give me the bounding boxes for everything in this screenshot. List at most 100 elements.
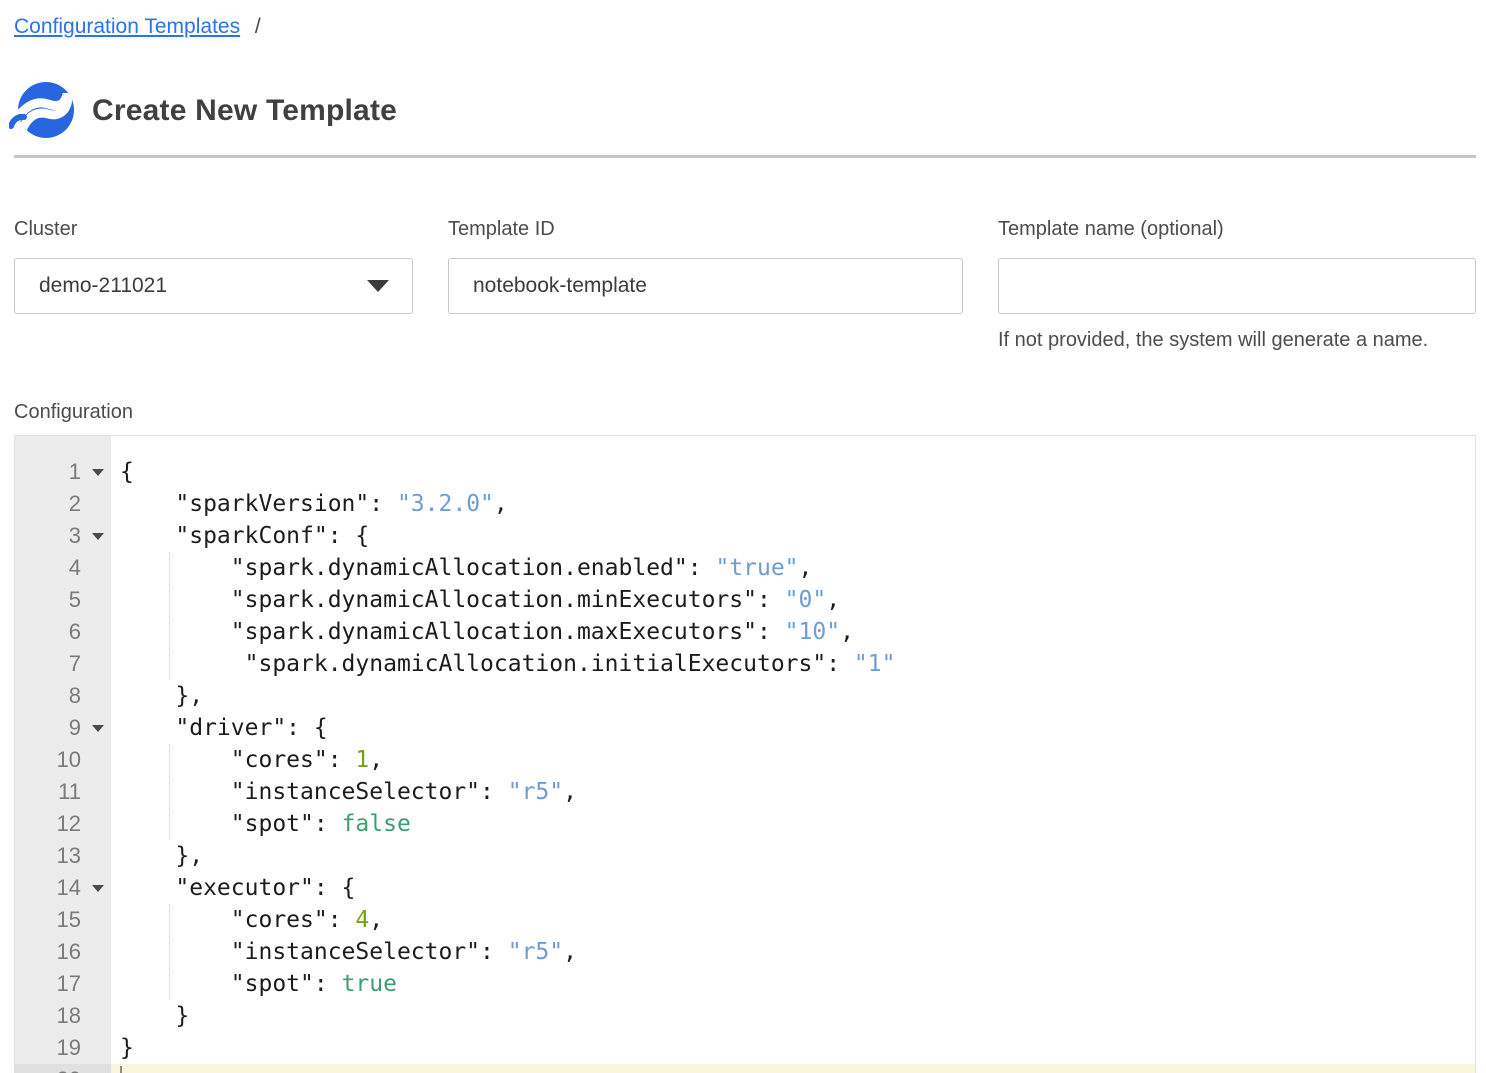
line-number: 15 — [15, 904, 111, 936]
header-divider — [14, 155, 1476, 158]
code-token-plain: } — [120, 1003, 189, 1029]
code-token-plain: "executor": { — [120, 875, 355, 901]
code-token-plain: "spark.dynamicAllocation.enabled": — [120, 555, 715, 581]
code-line[interactable]: } — [111, 1032, 1475, 1064]
line-number: 10 — [15, 744, 111, 776]
line-number: 5 — [15, 584, 111, 616]
code-token-plain: "sparkVersion": — [120, 491, 397, 517]
line-number: 2 — [15, 488, 111, 520]
code-line[interactable]: "cores": 4, — [111, 904, 1475, 936]
code-line[interactable]: "instanceSelector": "r5", — [111, 776, 1475, 808]
code-line[interactable]: "executor": { — [111, 872, 1475, 904]
line-number: 7 — [15, 648, 111, 680]
line-number: 13 — [15, 840, 111, 872]
code-token-number: 4 — [355, 907, 369, 933]
template-name-label: Template name (optional) — [998, 218, 1476, 241]
editor-gutter: 1234567891011121314151617181920 — [15, 436, 111, 1073]
indent-guide — [169, 744, 170, 776]
code-line[interactable]: "driver": { — [111, 712, 1475, 744]
line-number: 14 — [15, 872, 111, 904]
code-line[interactable]: "spark.dynamicAllocation.enabled": "true… — [111, 552, 1475, 584]
template-id-input[interactable] — [448, 258, 963, 314]
breadcrumb-link[interactable]: Configuration Templates — [14, 15, 240, 38]
template-name-input[interactable] — [998, 258, 1476, 314]
line-number: 19 — [15, 1032, 111, 1064]
configuration-label: Configuration — [14, 401, 133, 424]
code-token-plain: , — [563, 939, 577, 965]
breadcrumb: Configuration Templates / — [14, 14, 261, 40]
line-number: 12 — [15, 808, 111, 840]
code-line[interactable]: "sparkConf": { — [111, 520, 1475, 552]
page-title: Create New Template — [92, 94, 397, 128]
code-line[interactable]: "spark.dynamicAllocation.minExecutors": … — [111, 584, 1475, 616]
page-header: Create New Template — [9, 79, 397, 143]
code-token-plain: "cores": — [120, 907, 355, 933]
code-line[interactable]: }, — [111, 680, 1475, 712]
line-number: 9 — [15, 712, 111, 744]
code-token-plain: , — [369, 747, 383, 773]
code-line[interactable]: { — [111, 456, 1475, 488]
fold-arrow-icon[interactable] — [92, 885, 104, 892]
indent-guide — [169, 808, 170, 840]
indent-guide — [169, 552, 170, 584]
code-line[interactable]: "sparkVersion": "3.2.0", — [111, 488, 1475, 520]
line-number: 18 — [15, 1000, 111, 1032]
fold-arrow-icon[interactable] — [92, 469, 104, 476]
line-number: 17 — [15, 968, 111, 1000]
code-token-string: "3.2.0" — [397, 491, 494, 517]
indent-guide — [169, 648, 170, 680]
config-editor[interactable]: 1234567891011121314151617181920 { "spark… — [14, 435, 1476, 1073]
line-number: 4 — [15, 552, 111, 584]
editor-code[interactable]: { "sparkVersion": "3.2.0", "sparkConf": … — [111, 436, 1475, 1073]
template-id-label: Template ID — [448, 218, 963, 241]
code-line[interactable]: "spark.dynamicAllocation.maxExecutors": … — [111, 616, 1475, 648]
code-line[interactable]: "spot": false — [111, 808, 1475, 840]
text-cursor — [120, 1066, 122, 1073]
code-line[interactable]: "instanceSelector": "r5", — [111, 936, 1475, 968]
code-line[interactable]: }, — [111, 840, 1475, 872]
code-token-string: "1" — [854, 651, 896, 677]
code-token-plain: "spark.dynamicAllocation.initialExecutor… — [120, 651, 854, 677]
code-token-plain: "driver": { — [120, 715, 328, 741]
ocean-wave-logo-icon — [9, 79, 77, 143]
template-name-field: Template name (optional) If not provided… — [998, 218, 1476, 352]
code-token-string: "10" — [785, 619, 840, 645]
cluster-field: Cluster demo-211021 — [14, 218, 413, 314]
code-token-string: "0" — [785, 587, 827, 613]
template-id-field: Template ID — [448, 218, 963, 314]
cluster-label: Cluster — [14, 218, 413, 241]
code-token-string: "r5" — [508, 939, 563, 965]
code-token-plain: "sparkConf": { — [120, 523, 369, 549]
code-token-boolean: false — [342, 811, 411, 837]
code-line[interactable] — [111, 1064, 1475, 1073]
line-number: 11 — [15, 776, 111, 808]
code-token-plain: , — [563, 779, 577, 805]
cluster-select[interactable]: demo-211021 — [14, 258, 413, 314]
line-number: 20 — [15, 1064, 111, 1073]
code-token-plain: , — [826, 587, 840, 613]
code-token-plain: { — [120, 459, 134, 485]
breadcrumb-separator: / — [255, 15, 261, 38]
template-name-helper-text: If not provided, the system will generat… — [998, 328, 1476, 352]
code-token-plain: , — [840, 619, 854, 645]
code-token-plain: }, — [120, 843, 203, 869]
cluster-select-value: demo-211021 — [39, 274, 167, 298]
code-line[interactable]: "cores": 1, — [111, 744, 1475, 776]
code-token-plain: "instanceSelector": — [120, 779, 508, 805]
code-token-plain: "spot": — [120, 811, 342, 837]
code-token-boolean: true — [342, 971, 397, 997]
code-token-number: 1 — [355, 747, 369, 773]
code-token-plain: , — [799, 555, 813, 581]
chevron-down-icon — [367, 280, 389, 292]
line-number: 6 — [15, 616, 111, 648]
indent-guide — [169, 936, 170, 968]
line-number: 8 — [15, 680, 111, 712]
code-token-string: "r5" — [508, 779, 563, 805]
code-line[interactable]: "spot": true — [111, 968, 1475, 1000]
fold-arrow-icon[interactable] — [92, 725, 104, 732]
fold-arrow-icon[interactable] — [92, 533, 104, 540]
code-line[interactable]: "spark.dynamicAllocation.initialExecutor… — [111, 648, 1475, 680]
code-token-plain: , — [494, 491, 508, 517]
code-line[interactable]: } — [111, 1000, 1475, 1032]
code-token-plain: , — [369, 907, 383, 933]
